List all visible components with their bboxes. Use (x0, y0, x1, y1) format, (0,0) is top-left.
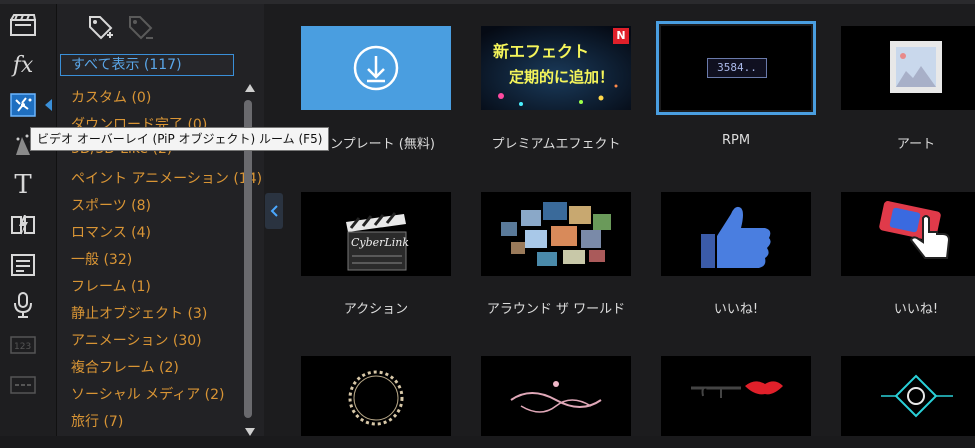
clapper-text: CyberLink (351, 236, 410, 249)
template-thumbnail-like-hand[interactable] (841, 192, 975, 276)
template-thumbnail-art[interactable] (841, 26, 975, 110)
tooltip: ビデオ オーバーレイ (PiP オブジェクト) ルーム (F5) (30, 127, 330, 151)
category-panel: すべて表示 (117) カスタム (0) ダウンロード完了 (0) 3D/3D-… (57, 4, 264, 444)
template-label: RPM (721, 133, 751, 148)
template-grid: テンプレート (無料) 新エフェクト 定期的に追加！ N プレミアムエフェクト … (290, 4, 975, 448)
status-bar (0, 436, 975, 448)
category-item[interactable]: ペイント アニメーション (14) (71, 168, 262, 188)
subtitle-track-icon[interactable] (6, 370, 40, 400)
template-label: いいね! (893, 302, 939, 317)
collapse-panel-button[interactable] (265, 193, 283, 229)
remove-tag-icon[interactable] (127, 14, 155, 46)
template-thumbnail-world[interactable] (481, 192, 631, 276)
premium-banner-line2: 定期的に追加！ (509, 68, 615, 86)
ornament-scroll-art (510, 381, 602, 413)
microphone-icon[interactable] (6, 290, 40, 320)
category-item[interactable]: スポーツ (8) (71, 195, 151, 215)
chapter-room-icon[interactable]: 123 (6, 330, 40, 360)
template-thumbnail-badge[interactable] (841, 356, 975, 440)
template-thumbnail-rpm[interactable]: 3584.. (656, 21, 816, 115)
overlay-room-icon[interactable] (6, 90, 52, 120)
art-frame-art (890, 41, 942, 93)
mustache-lips-art (691, 381, 783, 398)
selected-room-indicator (45, 99, 52, 111)
category-item[interactable]: 一般 (32) (71, 249, 132, 269)
scroll-down-icon[interactable] (245, 428, 255, 436)
category-item[interactable]: 静止オブジェクト (3) (71, 303, 207, 323)
template-thumbnail-download[interactable] (301, 26, 451, 110)
title-room-icon[interactable]: T (6, 170, 40, 200)
template-thumbnail-ornament[interactable] (481, 356, 631, 440)
tag-buttons (87, 10, 167, 46)
room-toolbar: fx T 123 (0, 4, 57, 448)
template-label: いいね! (713, 302, 759, 317)
thumbs-up-icon (701, 206, 771, 268)
tech-badge-art (881, 374, 953, 418)
clapperboard-icon (346, 212, 407, 271)
template-label: プレミアムエフェクト (491, 137, 621, 152)
category-item[interactable]: 旅行 (7) (71, 411, 123, 431)
template-label: アート (896, 137, 936, 152)
chevron-left-icon (270, 205, 278, 217)
template-label: アラウンド ザ ワールド (486, 302, 626, 317)
download-icon (353, 45, 399, 91)
new-badge: N (613, 28, 629, 44)
template-thumbnail-lips[interactable] (661, 356, 811, 440)
subtitle-room-icon[interactable] (6, 250, 40, 280)
template-thumbnail-like[interactable] (661, 192, 811, 276)
add-tag-icon[interactable] (87, 14, 115, 46)
template-thumbnail-premium[interactable]: 新エフェクト 定期的に追加！ N (481, 26, 631, 110)
category-item[interactable]: ソーシャル メディア (2) (71, 384, 224, 404)
category-item[interactable]: 複合フレーム (2) (71, 357, 179, 377)
transition-room-icon[interactable] (6, 210, 40, 240)
hand-cursor-icon (879, 201, 951, 259)
category-item[interactable]: フレーム (1) (71, 276, 151, 296)
photo-collage-art (501, 202, 611, 266)
premium-banner-line1: 新エフェクト (493, 42, 590, 61)
svg-text:123: 123 (14, 342, 31, 352)
template-thumbnail-action[interactable]: CyberLink (301, 192, 451, 276)
category-item[interactable]: アニメーション (30) (71, 330, 202, 350)
ornament-circle-art (348, 370, 404, 426)
template-label: アクション (343, 302, 409, 317)
template-thumbnail-circle-frame[interactable] (301, 356, 451, 440)
media-room-icon[interactable] (6, 10, 40, 40)
fx-room-icon[interactable]: fx (6, 50, 40, 80)
category-item-all[interactable]: すべて表示 (117) (60, 54, 234, 76)
rpm-counter: 3584.. (707, 58, 767, 78)
scroll-up-icon[interactable] (245, 84, 255, 92)
category-item[interactable]: カスタム (0) (71, 87, 151, 107)
category-item[interactable]: ロマンス (4) (71, 222, 151, 242)
